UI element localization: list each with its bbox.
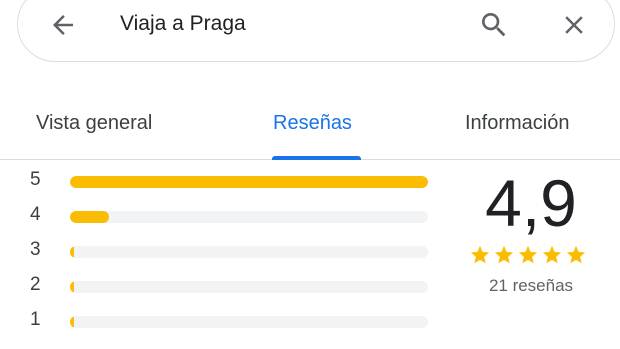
star-icon (494, 245, 514, 264)
rating-row-5[interactable]: 5 (0, 169, 440, 190)
arrow-back-icon (53, 15, 73, 35)
rating-bar-fill (70, 211, 110, 223)
star-icon (566, 245, 586, 264)
rating-row-label: 3 (30, 239, 41, 260)
rating-row-4[interactable]: 4 (0, 204, 440, 225)
search-query[interactable]: Viaja a Praga (120, 12, 246, 36)
search-bar[interactable]: Viaja a Praga (17, 0, 615, 62)
star-rating (469, 244, 587, 266)
rating-bar-track (70, 246, 428, 258)
back-button[interactable] (43, 5, 83, 45)
search-button[interactable] (474, 5, 514, 45)
rating-bar-track (70, 211, 428, 223)
rating-row-label: 5 (30, 169, 41, 190)
tab-bar: Vista general Reseñas Información (0, 100, 620, 160)
rating-row-3[interactable]: 3 (0, 239, 440, 260)
tab-overview[interactable]: Vista general (36, 112, 152, 135)
close-icon (565, 16, 583, 34)
close-button[interactable] (554, 5, 594, 45)
star-icon (470, 245, 490, 264)
review-count-link[interactable]: 21 reseñas (446, 276, 616, 296)
search-icon (482, 13, 506, 37)
rating-bar-track (70, 176, 428, 188)
rating-bar-fill (70, 246, 74, 258)
rating-bar-fill (70, 316, 74, 328)
rating-row-1[interactable]: 1 (0, 309, 440, 330)
star-icon (518, 245, 538, 264)
rating-row-label: 4 (30, 204, 41, 225)
tab-information[interactable]: Información (465, 112, 570, 135)
average-rating: 4,9 (485, 166, 577, 240)
rating-bar-track (70, 281, 428, 293)
rating-bar-fill (70, 281, 74, 293)
rating-row-label: 2 (30, 274, 41, 295)
star-icon (542, 245, 562, 264)
active-tab-indicator (272, 156, 361, 160)
rating-row-label: 1 (30, 309, 41, 330)
rating-bar-fill (70, 176, 428, 188)
tab-reviews[interactable]: Reseñas (273, 112, 352, 135)
rating-row-2[interactable]: 2 (0, 274, 440, 295)
rating-bar-track (70, 316, 428, 328)
